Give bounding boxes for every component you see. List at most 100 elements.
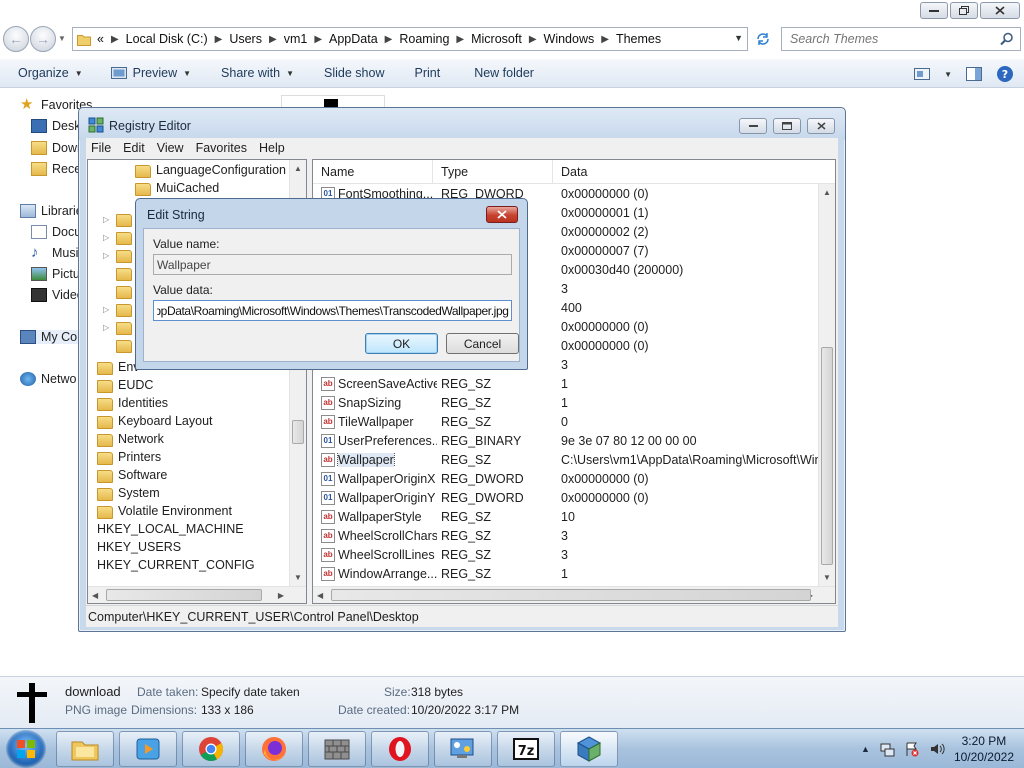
address-history-dropdown-icon[interactable]: ▼ <box>734 33 743 43</box>
tree-item-hidden[interactable] <box>116 246 137 264</box>
taskbar-chrome[interactable] <box>182 731 240 767</box>
taskbar-media-player[interactable] <box>119 731 177 767</box>
date-taken-value[interactable]: Specify date taken <box>201 685 300 699</box>
registry-value-row[interactable]: ab WindowArrange... REG_SZ 1 <box>313 564 819 583</box>
regedit-maximize-button[interactable] <box>773 118 801 134</box>
regedit-minimize-button[interactable] <box>739 118 767 134</box>
nav-recent[interactable]: Rece <box>31 162 81 176</box>
taskbar-7zip[interactable]: 7z <box>497 731 555 767</box>
tree-scroll-thumb[interactable] <box>292 420 304 444</box>
breadcrumb-windows[interactable]: Windows <box>544 32 595 46</box>
breadcrumb-roaming[interactable]: Roaming <box>399 32 449 46</box>
scroll-right-arrow-icon[interactable]: ▶ <box>278 591 284 600</box>
taskbar-registry-editor[interactable] <box>560 731 618 767</box>
tree-item-keyboard-layout[interactable]: Keyboard Layout <box>97 412 213 430</box>
tree-item-hidden[interactable] <box>116 210 137 228</box>
tree-item-hidden[interactable] <box>116 300 137 318</box>
search-input[interactable] <box>790 32 990 46</box>
expand-arrow-icon[interactable]: ▷ <box>103 251 109 260</box>
taskbar-firefox[interactable] <box>245 731 303 767</box>
tree-hscroll-thumb[interactable] <box>106 589 262 601</box>
column-header-name[interactable]: Name <box>313 160 433 184</box>
tree-item-hidden[interactable] <box>116 318 137 336</box>
registry-value-row[interactable]: ab SnapSizing REG_SZ 1 <box>313 393 819 412</box>
slide-show-button[interactable]: Slide show <box>316 60 392 86</box>
nav-desktop[interactable]: Deskt <box>31 119 84 133</box>
tree-item-hidden[interactable] <box>116 282 137 300</box>
tree-item-software[interactable]: Software <box>97 466 167 484</box>
tree-item-mui-cached[interactable]: MuiCached <box>135 179 219 197</box>
menu-edit[interactable]: Edit <box>118 141 150 155</box>
tree-item-hidden[interactable] <box>116 264 137 282</box>
cancel-button[interactable]: Cancel <box>446 333 519 354</box>
registry-editor-titlebar[interactable]: Registry Editor <box>79 108 845 140</box>
registry-value-row[interactable]: ab Wallpaper REG_SZ C:\Users\vm1\AppData\Ro… <box>313 450 819 469</box>
tree-item-hidden[interactable] <box>116 228 137 246</box>
tree-horizontal-scrollbar[interactable]: ◀ ▶ <box>88 586 306 603</box>
tree-item-volatile-environment[interactable]: Volatile Environment <box>97 502 232 520</box>
scroll-up-arrow-icon[interactable]: ▲ <box>823 188 831 197</box>
nav-downloads[interactable]: Down <box>31 141 84 155</box>
view-options-dropdown-icon[interactable]: ▼ <box>944 70 952 79</box>
scroll-up-arrow-icon[interactable]: ▲ <box>294 164 302 173</box>
search-box[interactable] <box>781 27 1021 51</box>
share-with-button[interactable]: Share with ▼ <box>213 60 302 86</box>
list-hscroll-thumb[interactable] <box>331 589 811 601</box>
tree-item-hidden[interactable] <box>116 336 137 354</box>
list-horizontal-scrollbar[interactable]: ◀ ▶ <box>313 586 835 603</box>
tree-item-hkey-current-config[interactable]: HKEY_CURRENT_CONFIG <box>97 556 255 574</box>
column-header-data[interactable]: Data <box>553 160 819 184</box>
breadcrumb-microsoft[interactable]: Microsoft <box>471 32 522 46</box>
tree-item-printers[interactable]: Printers <box>97 448 161 466</box>
breadcrumb-users[interactable]: Users <box>229 32 262 46</box>
print-button[interactable]: Print <box>406 60 448 86</box>
nav-computer[interactable]: My Co <box>20 330 80 344</box>
tree-item-language-configuration[interactable]: LanguageConfiguration <box>135 161 286 179</box>
address-bar[interactable]: « ▶ Local Disk (C:) ▶ Users ▶ vm1 ▶ AppD… <box>72 27 748 51</box>
start-button[interactable] <box>6 730 46 768</box>
organize-button[interactable]: Organize ▼ <box>10 60 91 86</box>
nav-videos[interactable]: Video <box>31 288 84 302</box>
dialog-close-button[interactable] <box>486 206 518 223</box>
expand-arrow-icon[interactable]: ▷ <box>103 323 109 332</box>
nav-documents[interactable]: Docu <box>31 225 81 239</box>
nav-music[interactable]: ♪ Musi <box>31 245 78 260</box>
breadcrumb-separator-icon[interactable]: ▶ <box>385 34 393 45</box>
breadcrumb-separator-icon[interactable]: ▶ <box>601 34 609 45</box>
registry-value-row[interactable]: 01 WallpaperOriginX REG_DWORD 0x00000000 (0… <box>313 469 819 488</box>
value-data-input[interactable] <box>157 303 511 318</box>
breadcrumb-themes[interactable]: Themes <box>616 32 661 46</box>
tree-item-hkey-local-machine[interactable]: HKEY_LOCAL_MACHINE <box>97 520 244 538</box>
show-hidden-icons-icon[interactable]: ▲ <box>861 744 870 754</box>
minimize-button[interactable] <box>920 2 948 19</box>
tree-item-env[interactable]: Env <box>97 358 140 376</box>
maximize-button[interactable] <box>950 2 978 19</box>
ok-button[interactable]: OK <box>365 333 438 354</box>
scroll-down-arrow-icon[interactable]: ▼ <box>823 573 831 582</box>
breadcrumb-separator-icon[interactable]: ▶ <box>215 34 223 45</box>
menu-help[interactable]: Help <box>254 141 290 155</box>
taskbar-file-explorer[interactable] <box>56 731 114 767</box>
menu-favorites[interactable]: Favorites <box>191 141 252 155</box>
menu-view[interactable]: View <box>152 141 189 155</box>
column-header-type[interactable]: Type <box>433 160 553 184</box>
registry-value-row[interactable]: ab WheelScrollChars REG_SZ 3 <box>313 526 819 545</box>
value-data-field[interactable] <box>153 300 512 321</box>
list-vertical-scrollbar[interactable]: ▲ ▼ <box>818 184 835 586</box>
menu-file[interactable]: File <box>86 141 116 155</box>
registry-value-row[interactable]: ab WheelScrollLines REG_SZ 3 <box>313 545 819 564</box>
registry-value-row[interactable]: ab ScreenSaveActive REG_SZ 1 <box>313 374 819 393</box>
expand-arrow-icon[interactable]: ▷ <box>103 305 109 314</box>
scroll-down-arrow-icon[interactable]: ▼ <box>294 573 302 582</box>
breadcrumb-local-disk[interactable]: Local Disk (C:) <box>126 32 208 46</box>
tree-item-hkey-users[interactable]: HKEY_USERS <box>97 538 181 556</box>
expand-arrow-icon[interactable]: ▷ <box>103 233 109 242</box>
breadcrumb-overflow[interactable]: « <box>97 32 104 46</box>
refresh-button[interactable] <box>751 28 775 50</box>
change-view-icon[interactable] <box>914 68 931 80</box>
taskbar-control-panel[interactable] <box>434 731 492 767</box>
tree-item-eudc[interactable]: EUDC <box>97 376 153 394</box>
close-button[interactable] <box>980 2 1020 19</box>
registry-value-row[interactable]: ab WallpaperStyle REG_SZ 10 <box>313 507 819 526</box>
tree-item-identities[interactable]: Identities <box>97 394 168 412</box>
